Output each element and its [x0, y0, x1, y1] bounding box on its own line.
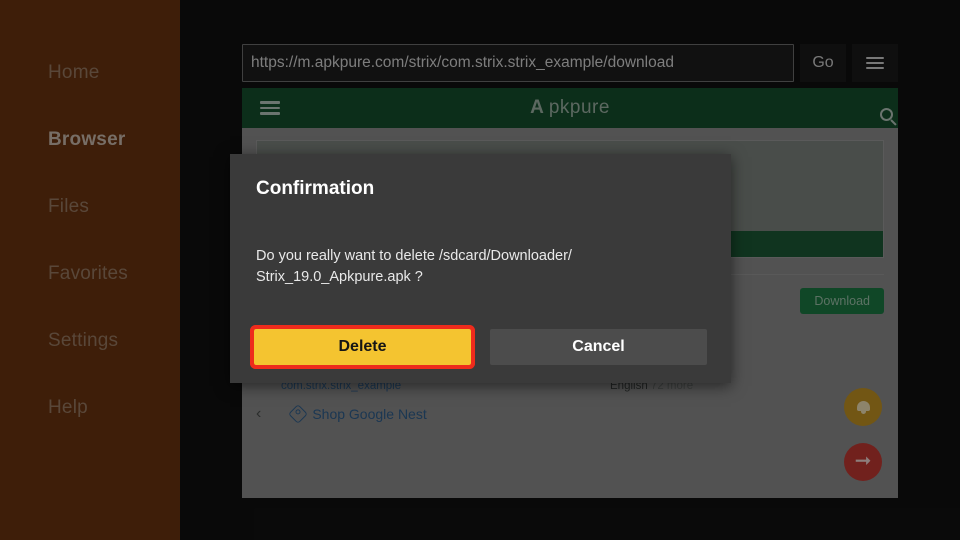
dialog-button-row: Delete Cancel [250, 325, 707, 369]
confirmation-dialog: Confirmation Do you really want to delet… [230, 154, 731, 383]
app-root: Home Browser Files Favorites Settings He… [0, 0, 960, 540]
dialog-title: Confirmation [256, 178, 375, 199]
cancel-button[interactable]: Cancel [490, 329, 707, 365]
dialog-message: Do you really want to delete /sdcard/Dow… [256, 248, 572, 286]
delete-button[interactable]: Delete [250, 325, 475, 369]
